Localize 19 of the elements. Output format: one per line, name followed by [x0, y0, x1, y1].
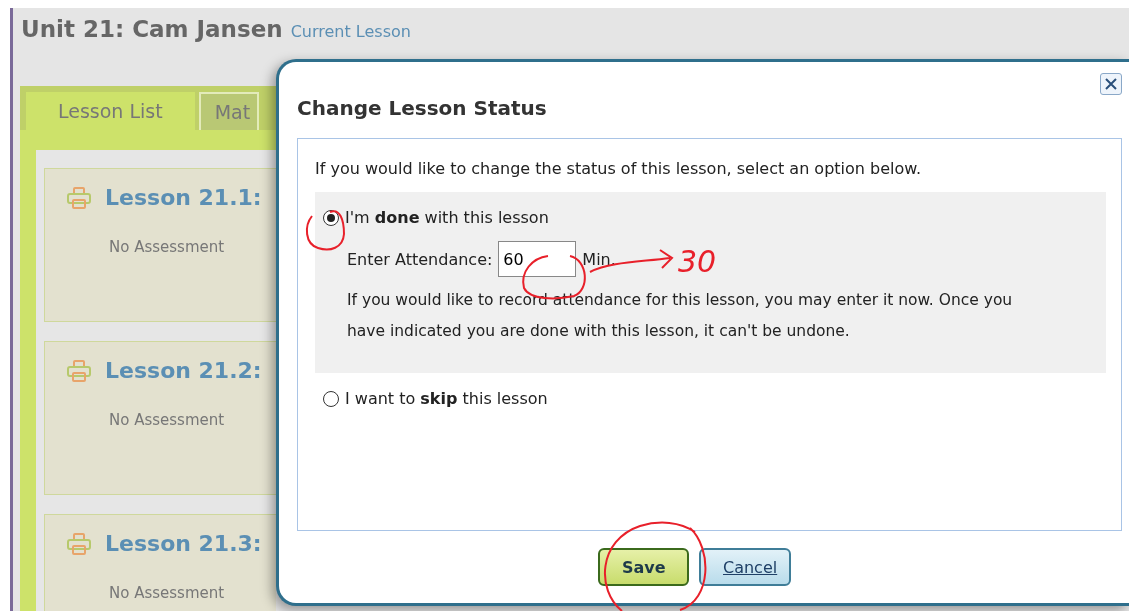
close-button[interactable]	[1100, 73, 1122, 95]
handwritten-note: 30	[678, 244, 717, 279]
current-lesson-label: Current Lesson	[290, 22, 411, 41]
dialog-title: Change Lesson Status	[297, 95, 547, 120]
close-icon	[1105, 78, 1117, 90]
assessment-status: No Assessment	[109, 238, 226, 256]
radio-button[interactable]	[323, 209, 339, 226]
assessment-status: No Assessment	[109, 584, 226, 602]
option-label[interactable]: I'm done with this lesson	[345, 208, 549, 227]
attendance-field[interactable]: 60	[498, 241, 577, 277]
assessment-status: No Assessment	[109, 411, 226, 429]
unit-title: Unit 21: Cam Jansen	[21, 16, 283, 42]
save-button[interactable]: Save	[598, 548, 689, 586]
cancel-button[interactable]: Cancel	[699, 548, 791, 586]
option-label[interactable]: I want to skip this lesson	[345, 389, 548, 408]
radio-button[interactable]	[323, 390, 339, 407]
attendance-label: Enter Attendance:	[347, 249, 493, 269]
unit-label: Min.	[582, 249, 616, 269]
dialog-instructions: If you would like to change the status of this lesson, select an option below.	[315, 159, 922, 178]
